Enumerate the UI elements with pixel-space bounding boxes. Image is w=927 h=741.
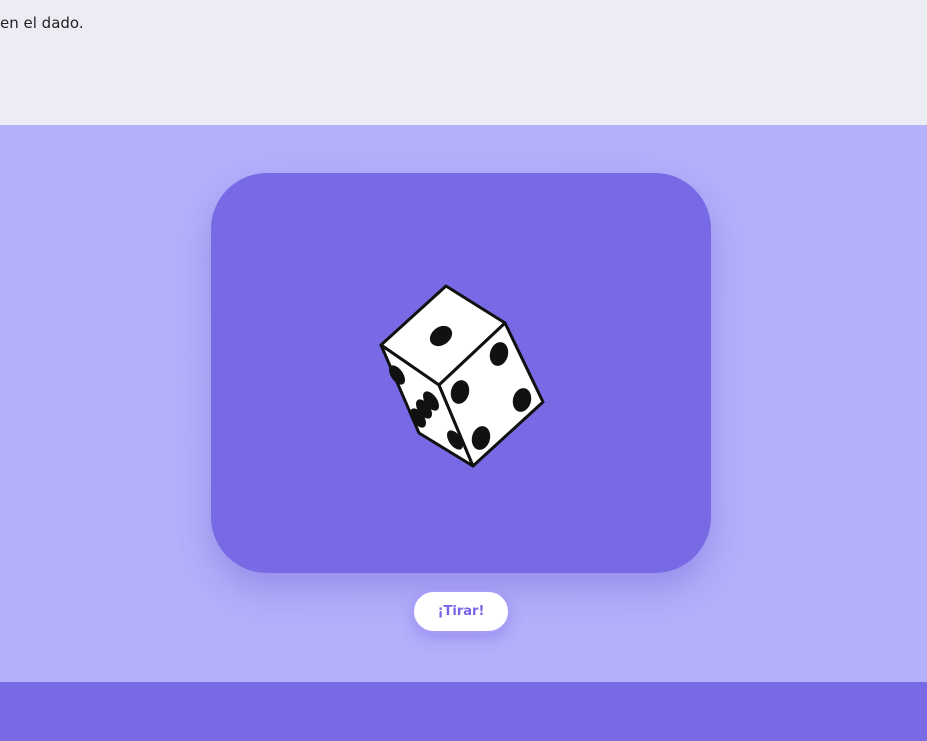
dice-card	[211, 173, 711, 573]
intro-text: en el dado.	[0, 14, 84, 32]
roll-button[interactable]: ¡Tirar!	[412, 590, 510, 633]
footer-section	[0, 682, 927, 741]
dice-icon	[379, 284, 545, 468]
top-section: en el dado.	[0, 0, 927, 125]
dice-stage: ¡Tirar!	[0, 125, 927, 682]
